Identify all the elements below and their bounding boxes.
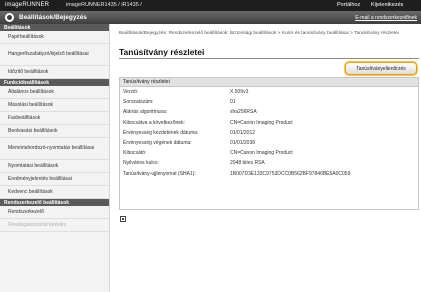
email-admin-link[interactable]: E-mail a rendszerkezelőnek [355,15,417,21]
detail-label: Sorozatszám: [123,99,154,106]
detail-value: CN=Canon Imaging Product [230,150,293,157]
detail-row: Kibocsátva a következőnek: CN=Canon Imag… [120,118,418,128]
sidebar-heading-functions: Funkcióbeállítások [0,79,109,86]
sidebar-item-volume-display[interactable]: Hangerőszabályzó/kijelző beállításai [0,44,109,66]
detail-label: Nyilvános kulcs: [123,160,159,167]
sidebar-item-dept-id[interactable]: Részlegazonosító kezelés [0,219,109,232]
sidebar-item-fax[interactable]: Faxbeállítások [0,112,109,125]
detail-row: Tanúsítvány-ujjlenyomat (SHA1): 1B007D3E… [120,169,418,179]
detail-row: Érvényesség végének dátuma: 01/01/2038 [120,138,418,148]
header-title: Beállítások/Bejegyzés [19,14,87,21]
main-content: Beállítások/Bejegyzés: Rendszerkezelő be… [111,24,421,292]
page-title: Tanúsítvány részletei [119,47,205,57]
detail-value: 01 [230,99,236,106]
breadcrumb: Beállítások/Bejegyzés: Rendszerkezelő be… [119,31,399,36]
detail-row: Kibocsátó: CN=Canon Imaging Product [120,148,418,158]
detail-row: Sorozatszám: 01 [120,97,418,107]
sidebar-item-copy[interactable]: Másolási beállítások [0,99,109,112]
detail-label: Aláírás algoritmusa: [123,109,168,116]
sidebar-item-admin[interactable]: Rendszerkezelő [0,206,109,219]
logout-link[interactable]: Kijelentkezés [371,2,403,8]
detail-label: Tanúsítvány-ujjlenyomat (SHA1): [123,170,196,177]
details-heading: Tanúsítvány részletei [120,78,418,87]
settings-icon [5,13,14,22]
sidebar-item-memory-print[interactable]: Memóriahordozó-nyomtatás beállításai [0,138,109,160]
sidebar-item-general[interactable]: Általános beállítások [0,86,109,99]
detail-label: Érvényesség kezdetének dátuma: [123,129,199,136]
detail-row: Verzió: X.509v3 [120,87,418,97]
sidebar-item-paper[interactable]: Papírbeállítások [0,31,109,44]
detail-label: Kibocsátva a következőnek: [123,119,185,126]
detail-value: 2048 bites RSA [230,160,265,167]
detail-value: 1B007D3E133C9753DCC0B562BF97846BE5A0C059 [230,170,351,177]
top-bar: imageRUNNER imageRUNNER1435 / iR1435 / P… [0,0,421,11]
title-divider [119,58,419,59]
sidebar-item-report[interactable]: Eredményjelentés beállításai [0,173,109,186]
detail-value: sha256RSA [230,109,257,116]
detail-label: Kibocsátó: [123,150,147,157]
sidebar-item-timer[interactable]: Időzítő beállítások [0,66,109,79]
page-top-icon[interactable] [120,216,126,222]
brand-logo: imageRUNNER [5,2,50,8]
sidebar-heading-settings: Beállítások [0,24,109,31]
detail-value: CN=Canon Imaging Product [230,119,293,126]
detail-row: Érvényesség kezdetének dátuma: 01/01/201… [120,128,418,138]
sidebar-heading-admin: Rendszerkezelő beállítások [0,199,109,206]
sidebar-item-scan[interactable]: Beolvasási beállítások [0,125,109,138]
detail-value: 01/01/2012 [230,129,256,136]
device-name: imageRUNNER1435 / iR1435 / [66,2,142,8]
sidebar: Beállítások Papírbeállítások Hangerőszab… [0,24,110,292]
certificate-details-panel: Tanúsítvány részletei Verzió: X.509v3 So… [119,77,419,210]
settings-header: Beállítások/Bejegyzés E-mail a rendszerk… [0,11,421,24]
detail-value: X.509v3 [230,89,249,96]
detail-value: 01/01/2038 [230,140,256,147]
verify-certificate-button[interactable]: Tanúsítványellenőrzés [345,62,417,75]
sidebar-item-favorites[interactable]: Kedvenc beállítások [0,186,109,199]
detail-label: Verzió: [123,89,139,96]
detail-row: Aláírás algoritmusa: sha256RSA [120,107,418,117]
sidebar-item-print[interactable]: Nyomtatási beállítások [0,160,109,173]
detail-label: Érvényesség végének dátuma: [123,140,192,147]
portal-link[interactable]: Portálhoz [337,2,360,8]
detail-row: Nyilvános kulcs: 2048 bites RSA [120,158,418,168]
